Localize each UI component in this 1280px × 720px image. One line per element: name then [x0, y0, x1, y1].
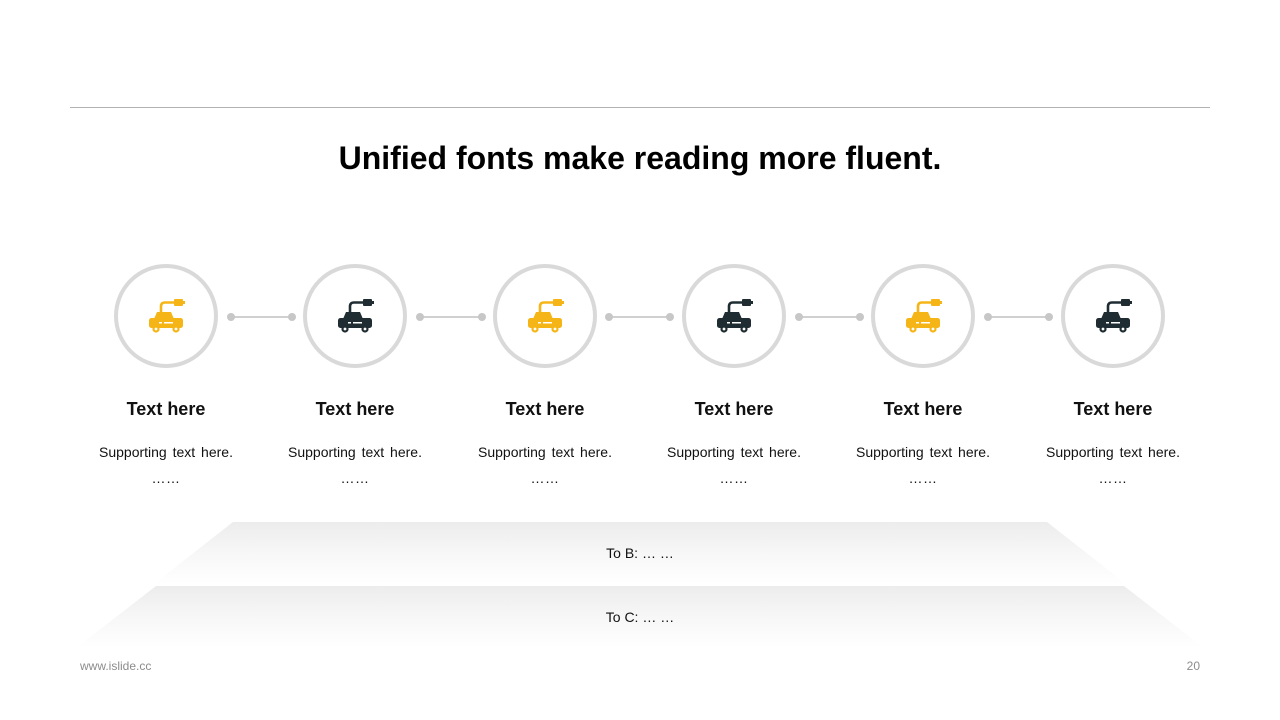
electric-car-icon — [528, 299, 564, 333]
step-subtitle: Supporting text here. — [1046, 444, 1180, 460]
electric-car-icon — [717, 299, 753, 333]
footer-page-number: 20 — [1186, 659, 1200, 673]
step-title: Text here — [315, 399, 395, 419]
step-connector — [605, 313, 674, 321]
step-subtitle: Supporting text here. — [478, 444, 612, 460]
step-title: Text here — [505, 399, 585, 419]
step-subtitle: Supporting text here. — [288, 444, 422, 460]
band-label-to-c: To C: … … — [605, 609, 675, 625]
electric-car-icon — [338, 299, 374, 333]
electric-car-icon — [1096, 299, 1132, 333]
electric-car-icon — [906, 299, 942, 333]
step-title: Text here — [126, 399, 206, 419]
step-ellipsis: …… — [719, 470, 749, 486]
step-ellipsis: …… — [151, 470, 181, 486]
step-circle — [303, 264, 407, 368]
step-connector — [795, 313, 864, 321]
step-ellipsis: …… — [340, 470, 370, 486]
step-ellipsis: …… — [530, 470, 560, 486]
band-label-to-b: To B: … … — [606, 545, 674, 561]
step-connector — [984, 313, 1053, 321]
step-connector — [227, 313, 296, 321]
footer-website: www.islide.cc — [80, 659, 152, 673]
step-title: Text here — [883, 399, 963, 419]
step-connector — [416, 313, 486, 321]
step-title: Text here — [1073, 399, 1153, 419]
step-ellipsis: …… — [908, 470, 938, 486]
top-divider — [70, 107, 1210, 108]
step-circle — [682, 264, 786, 368]
step-subtitle: Supporting text here. — [667, 444, 801, 460]
step-subtitle: Supporting text here. — [856, 444, 990, 460]
step-circle — [871, 264, 975, 368]
step-circle — [1061, 264, 1165, 368]
slide-title: Unified fonts make reading more fluent. — [338, 140, 942, 176]
step-circle — [114, 264, 218, 368]
step-ellipsis: …… — [1098, 470, 1128, 486]
step-subtitle: Supporting text here. — [99, 444, 233, 460]
step-circle — [493, 264, 597, 368]
step-title: Text here — [694, 399, 774, 419]
electric-car-icon — [149, 299, 185, 333]
